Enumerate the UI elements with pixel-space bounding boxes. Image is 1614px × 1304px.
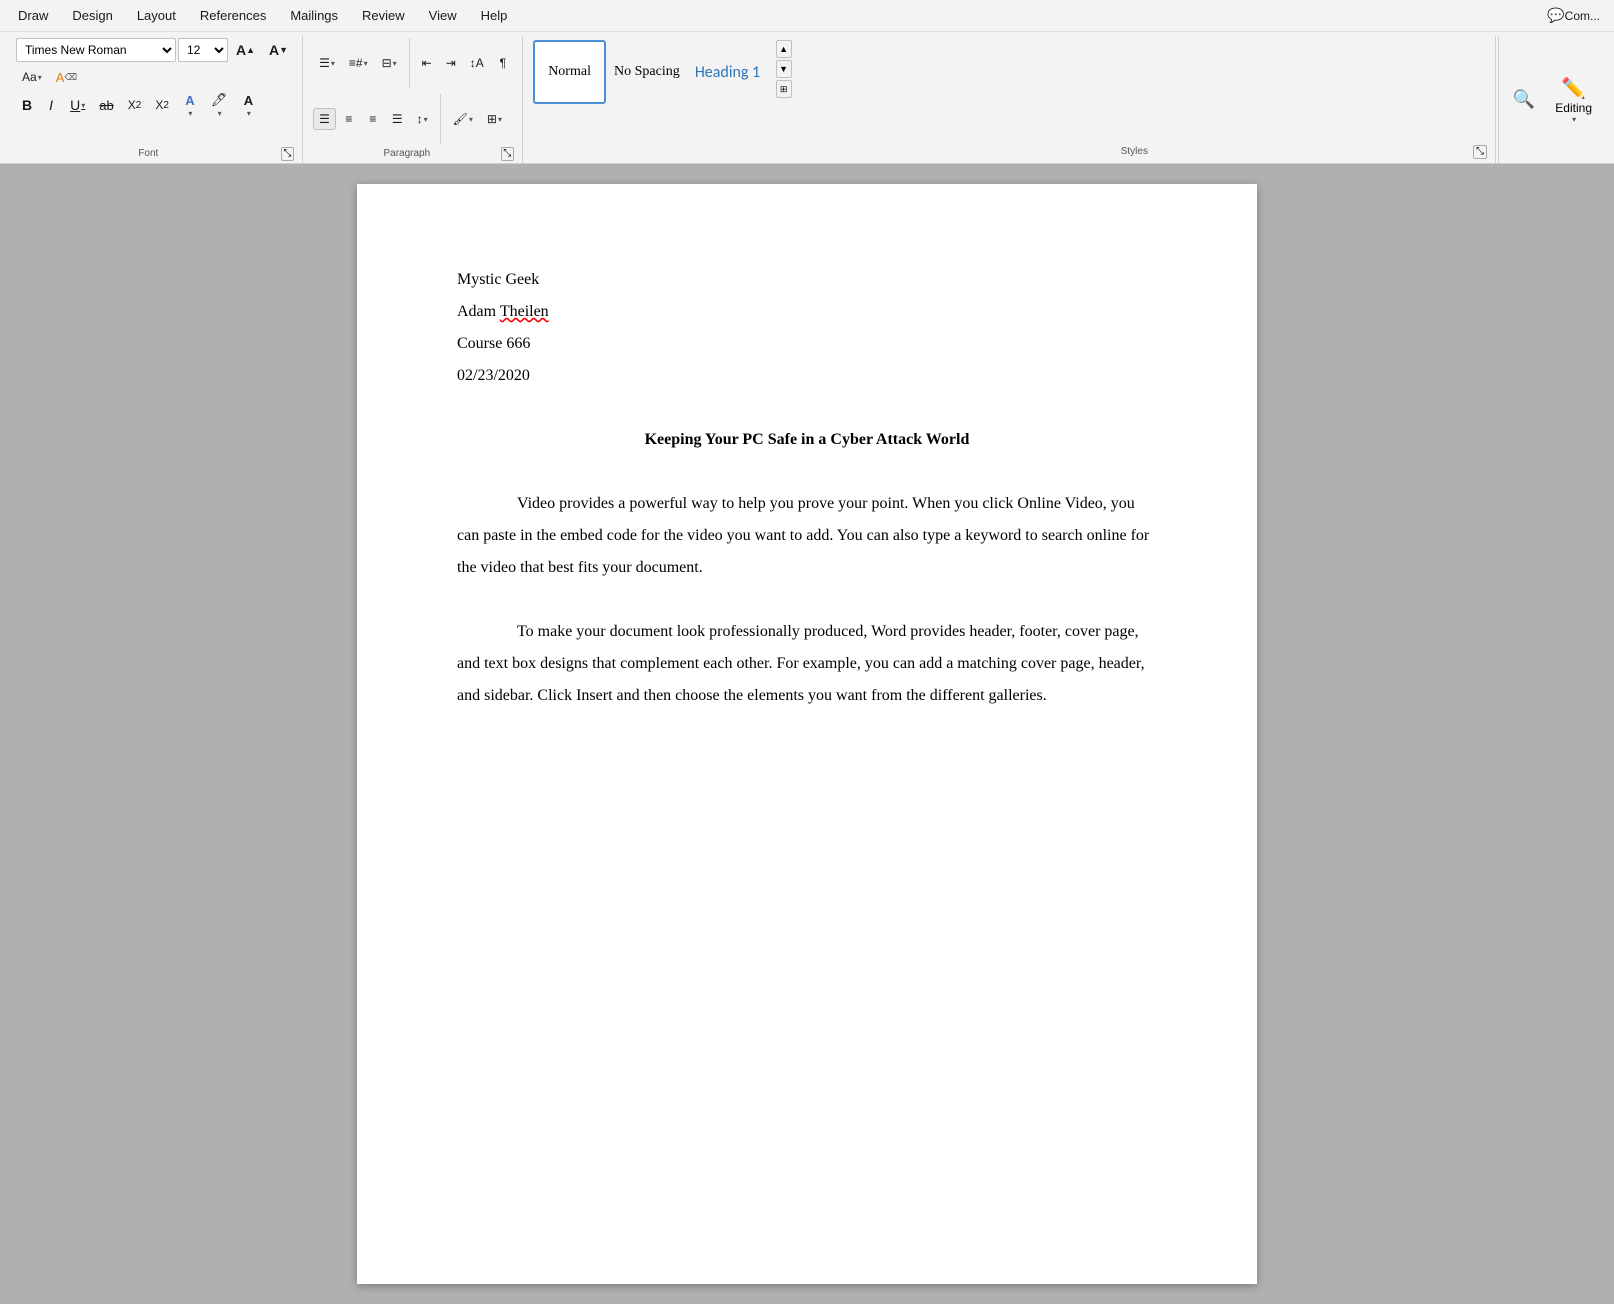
- menu-draw[interactable]: Draw: [8, 4, 58, 27]
- align-left-btn[interactable]: ☰: [313, 108, 336, 130]
- doc-title: Keeping Your PC Safe in a Cyber Attack W…: [457, 424, 1157, 456]
- doc-para-2: To make your document look professionall…: [457, 616, 1157, 712]
- decrease-indent-btn[interactable]: ⇤: [416, 52, 438, 74]
- line-spacing-btn[interactable]: ↕▾: [411, 108, 434, 130]
- search-btn[interactable]: 🔍: [1507, 89, 1541, 111]
- right-toolbar: 🔍 ✏️ Editing ▾: [1498, 36, 1606, 163]
- italic-btn[interactable]: I: [40, 94, 62, 116]
- styles-section: Normal No Spacing Heading 1 ▲ ▼ ⊞ Styles…: [525, 36, 1496, 163]
- menu-mailings[interactable]: Mailings: [280, 4, 348, 27]
- multilevel-btn[interactable]: ⊟▾: [376, 52, 403, 74]
- style-normal[interactable]: Normal: [533, 40, 607, 104]
- bullets-btn[interactable]: ☰▾: [313, 52, 341, 74]
- justify-btn[interactable]: ☰: [386, 108, 409, 130]
- paragraph-expand-btn[interactable]: ⤡: [501, 147, 514, 161]
- highlight-btn[interactable]: 🖊 ▾: [205, 94, 234, 116]
- comment-button[interactable]: 💬 Com...: [1541, 5, 1606, 27]
- strikethrough-btn[interactable]: ab: [93, 94, 119, 116]
- decrease-font-btn[interactable]: A▼: [263, 39, 294, 61]
- styles-expand[interactable]: ⊞: [776, 80, 792, 98]
- paragraph-section: ☰▾ ≡#▾ ⊟▾ ⇤ ⇥ ↕A ¶ ☰ ≡ ≡ ☰ ↕▾ 🖌▾ ⊞▾ Para…: [305, 36, 523, 163]
- sort-btn[interactable]: ↕A: [464, 52, 490, 74]
- borders-btn[interactable]: ⊞▾: [481, 108, 508, 130]
- document-container: Mystic Geek Adam Theilen Course 666 02/2…: [0, 164, 1614, 1304]
- style-no-spacing[interactable]: No Spacing: [610, 40, 683, 104]
- font-size-select[interactable]: 12: [178, 38, 228, 62]
- align-center-btn[interactable]: ≡: [338, 108, 360, 130]
- align-right-btn[interactable]: ≡: [362, 108, 384, 130]
- doc-line-2: Adam Theilen: [457, 296, 1157, 328]
- doc-line-4: 02/23/2020: [457, 360, 1157, 392]
- font-label: Font: [16, 146, 281, 161]
- styles-scroll-up[interactable]: ▲: [776, 40, 792, 58]
- underline-btn[interactable]: U▾: [64, 94, 91, 116]
- menu-references[interactable]: References: [190, 4, 276, 27]
- doc-line-1: Mystic Geek: [457, 264, 1157, 296]
- style-heading1[interactable]: Heading 1: [687, 40, 767, 104]
- styles-expand-btn[interactable]: ⤡: [1473, 145, 1487, 159]
- menu-view[interactable]: View: [419, 4, 467, 27]
- doc-line-3: Course 666: [457, 328, 1157, 360]
- clear-format-btn[interactable]: A⌫: [50, 66, 83, 88]
- font-color-red-btn[interactable]: A ▾: [235, 94, 261, 116]
- font-color-btn[interactable]: A ▾: [177, 94, 203, 116]
- font-expand-btn[interactable]: ⤡: [281, 147, 294, 161]
- styles-scrollbar: ▲ ▼ ⊞: [776, 40, 792, 98]
- increase-indent-btn[interactable]: ⇥: [440, 52, 462, 74]
- document-page: Mystic Geek Adam Theilen Course 666 02/2…: [357, 184, 1257, 1284]
- menu-help[interactable]: Help: [471, 4, 518, 27]
- doc-name-squiggly: Theilen: [500, 303, 549, 320]
- font-name-select[interactable]: Times New Roman: [16, 38, 176, 62]
- show-formatting-btn[interactable]: ¶: [492, 52, 514, 74]
- paragraph-label: Paragraph: [313, 146, 501, 161]
- editing-btn[interactable]: ✏️ Editing ▾: [1549, 72, 1598, 128]
- increase-font-btn[interactable]: A▲: [230, 39, 261, 61]
- case-btn[interactable]: Aa▾: [16, 66, 48, 88]
- menu-layout[interactable]: Layout: [127, 4, 186, 27]
- doc-para-1: Video provides a powerful way to help yo…: [457, 488, 1157, 584]
- superscript-btn[interactable]: X2: [149, 94, 175, 116]
- menu-review[interactable]: Review: [352, 4, 415, 27]
- menu-design[interactable]: Design: [62, 4, 122, 27]
- numbering-btn[interactable]: ≡#▾: [343, 52, 374, 74]
- shading-btn[interactable]: 🖌▾: [447, 108, 479, 130]
- subscript-btn[interactable]: X2: [122, 94, 148, 116]
- bold-btn[interactable]: B: [16, 94, 38, 116]
- styles-label: Styles: [796, 144, 1474, 159]
- font-section: Times New Roman 12 A▲ A▼ Aa▾ A⌫ B I U▾ a…: [8, 36, 303, 163]
- styles-scroll-down[interactable]: ▼: [776, 60, 792, 78]
